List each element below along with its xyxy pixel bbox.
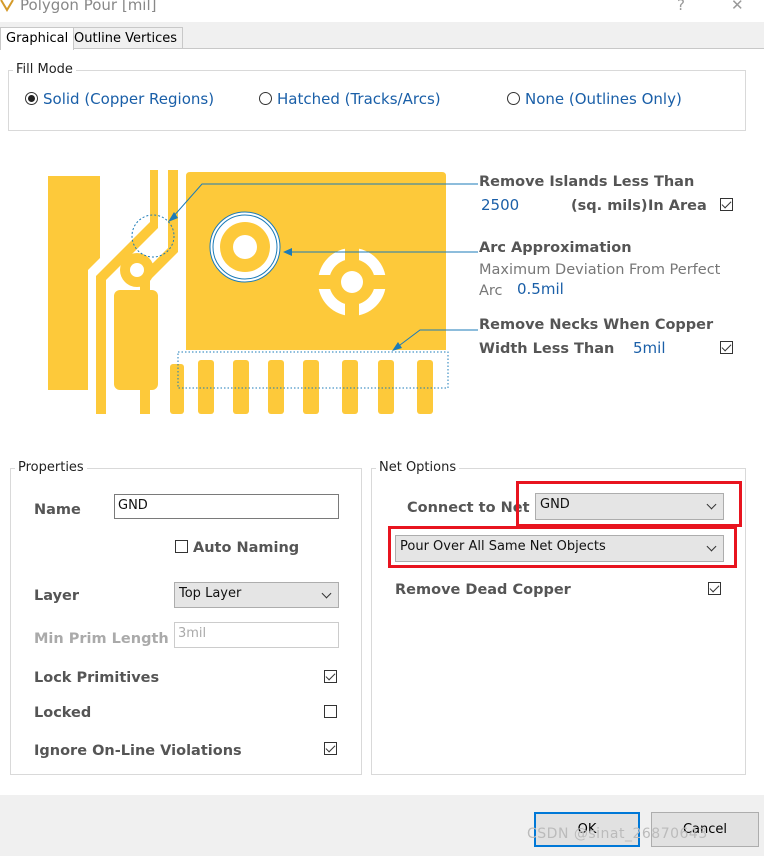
remove-dead-copper-checkbox[interactable] — [708, 582, 721, 595]
name-label: Name — [34, 502, 81, 518]
ignore-violations-label: Ignore On-Line Violations — [34, 743, 242, 759]
lock-primitives-checkbox[interactable] — [324, 670, 337, 683]
lock-primitives-label: Lock Primitives — [34, 670, 160, 686]
arc-approx-desc-line1: Maximum Deviation From Perfect — [479, 262, 721, 278]
remove-islands-value[interactable]: 2500 — [481, 196, 519, 214]
remove-necks-checkbox[interactable] — [720, 341, 733, 354]
fill-mode-legend: Fill Mode — [13, 62, 76, 77]
arc-approx-title: Arc Approximation — [479, 240, 632, 256]
close-icon[interactable]: ✕ — [731, 0, 744, 14]
auto-naming-checkbox[interactable] — [175, 540, 188, 553]
layer-dropdown-value: Top Layer — [179, 586, 242, 601]
highlight-box-pour — [388, 526, 737, 568]
fill-hatched-label[interactable]: Hatched (Tracks/Arcs) — [277, 90, 441, 108]
chevron-down-icon — [321, 588, 332, 599]
watermark-text: CSDN @sinat_26870643 — [527, 826, 708, 842]
remove-islands-unit: (sq. mils) — [571, 198, 648, 214]
remove-islands-checkbox[interactable] — [720, 198, 733, 211]
remove-dead-copper-label: Remove Dead Copper — [395, 582, 571, 598]
fill-none-radio[interactable] — [507, 92, 520, 105]
name-input[interactable]: GND — [114, 494, 339, 519]
locked-checkbox[interactable] — [324, 705, 337, 718]
properties-legend: Properties — [15, 460, 87, 475]
remove-islands-suffix: In Area — [648, 198, 707, 214]
auto-naming-label[interactable]: Auto Naming — [193, 540, 299, 556]
connect-to-net-label: Connect to Net — [407, 500, 530, 516]
highlight-box-connect — [516, 481, 742, 527]
remove-necks-title-line1: Remove Necks When Copper — [479, 317, 714, 333]
remove-necks-value[interactable]: 5mil — [633, 339, 666, 357]
arc-approx-desc-line2: Arc — [479, 283, 503, 299]
min-prim-length-label: Min Prim Length — [34, 631, 169, 647]
polygon-preview-graphic — [48, 170, 478, 414]
fill-solid-radio[interactable] — [25, 92, 38, 105]
fill-solid-label[interactable]: Solid (Copper Regions) — [43, 90, 214, 108]
net-options-legend: Net Options — [376, 460, 460, 475]
min-prim-length-input: 3mil — [174, 622, 339, 648]
ignore-violations-checkbox[interactable] — [324, 742, 337, 755]
arc-approx-value[interactable]: 0.5mil — [517, 280, 564, 298]
locked-label: Locked — [34, 705, 92, 721]
title-bar: Polygon Pour [mil] ? ✕ — [0, 0, 764, 22]
fill-none-label[interactable]: None (Outlines Only) — [525, 90, 682, 108]
fill-hatched-radio[interactable] — [259, 92, 272, 105]
tab-outline-vertices[interactable]: Outline Vertices — [68, 27, 184, 49]
remove-necks-title-line2: Width Less Than — [479, 341, 615, 357]
window-title: Polygon Pour [mil] — [20, 0, 157, 14]
help-icon[interactable]: ? — [677, 0, 685, 14]
app-icon — [0, 0, 14, 12]
tab-graphical[interactable]: Graphical — [0, 27, 75, 50]
layer-label: Layer — [34, 588, 80, 604]
layer-dropdown[interactable]: Top Layer — [174, 582, 339, 608]
remove-islands-title: Remove Islands Less Than — [479, 174, 695, 190]
